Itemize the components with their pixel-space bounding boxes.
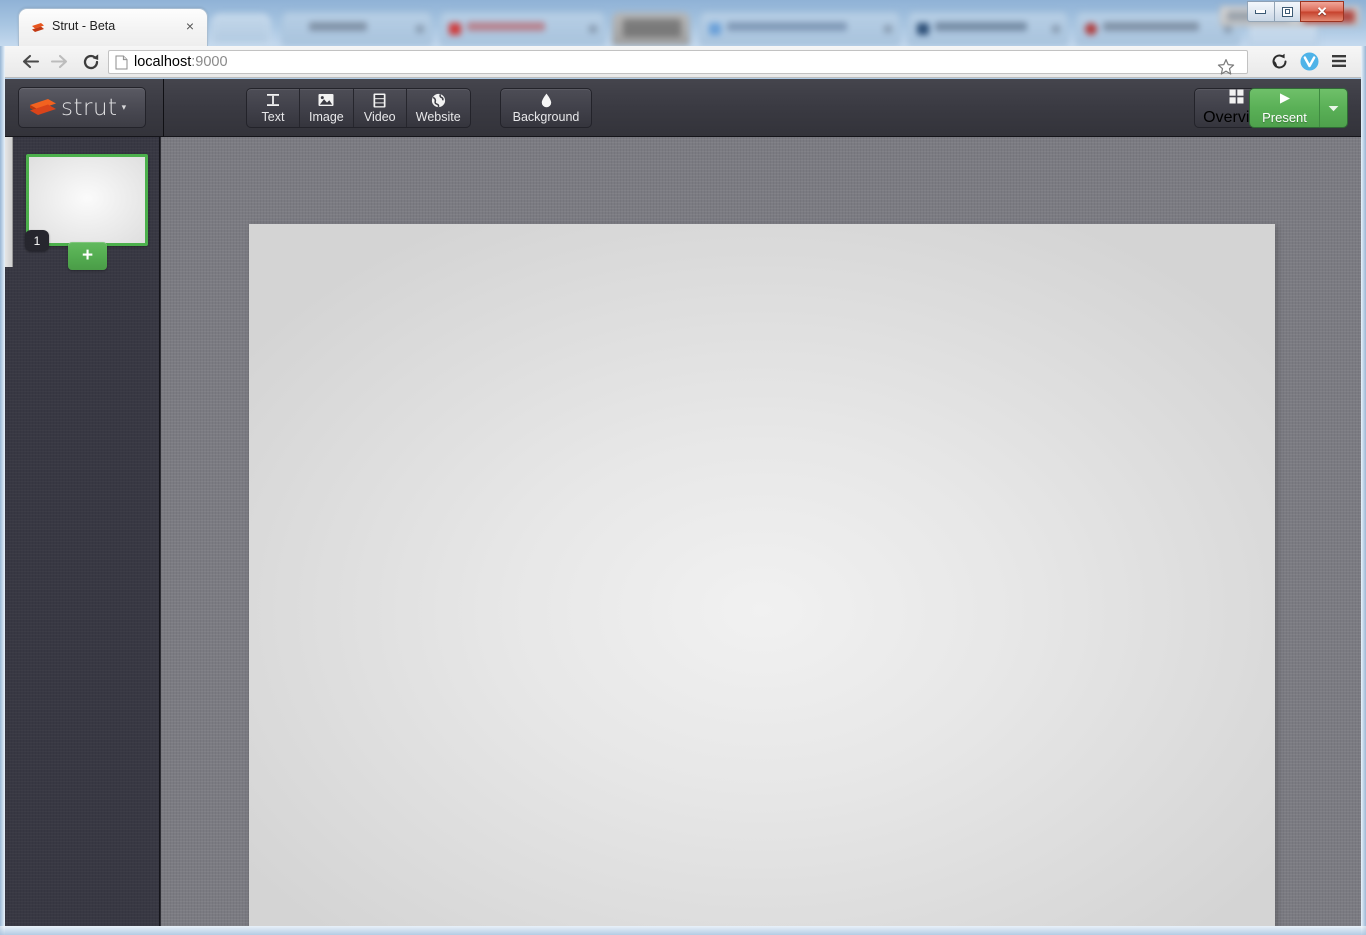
page-document-icon: [115, 55, 128, 70]
background-tab-close-icon[interactable]: [1224, 25, 1232, 33]
present-button-group: Present: [1249, 88, 1348, 128]
omnibox-actions: [1211, 55, 1241, 79]
window-border-left: [0, 46, 5, 935]
restore-icon: [1282, 7, 1293, 17]
extension-v-icon[interactable]: [1294, 49, 1324, 73]
film-icon: [373, 93, 386, 108]
back-button[interactable]: [16, 49, 45, 75]
background-tab[interactable]: [1076, 12, 1240, 46]
background-button[interactable]: Background: [501, 89, 591, 127]
insert-website-label: Website: [416, 110, 461, 124]
arrow-right-icon: [50, 53, 69, 70]
slide-sidebar[interactable]: 1 +: [5, 137, 160, 926]
add-slide-button[interactable]: +: [68, 242, 107, 270]
insert-website-button[interactable]: Website: [407, 89, 470, 127]
background-tab-label: [467, 22, 545, 31]
background-tab-label: [1103, 22, 1199, 31]
grid-2x2-icon: [1229, 89, 1244, 109]
minimize-button[interactable]: [1247, 1, 1275, 22]
forward-button: [45, 49, 74, 75]
browser-toolbar-icons: [1264, 49, 1354, 73]
editor-workspace[interactable]: [161, 137, 1361, 926]
background-tab-label: [935, 22, 1027, 31]
arrow-left-icon: [21, 53, 40, 70]
extension-sync-icon[interactable]: [1264, 49, 1294, 73]
slide-canvas[interactable]: [249, 224, 1275, 926]
background-tab-ghost[interactable]: [212, 14, 270, 44]
background-tabs-group[interactable]: [200, 6, 1366, 46]
strut-logo-text: strut: [61, 95, 118, 121]
insert-image-label: Image: [309, 110, 344, 124]
image-icon: [318, 93, 334, 108]
background-tab-close-icon[interactable]: [589, 25, 597, 33]
insert-image-button[interactable]: Image: [300, 89, 354, 127]
browser-tab-strip: Strut - Beta × ✕: [0, 0, 1366, 46]
background-tab-close-icon[interactable]: [416, 25, 424, 33]
background-tab-favicon: [709, 23, 721, 35]
insert-video-label: Video: [364, 110, 396, 124]
text-icon: [266, 93, 280, 108]
present-label: Present: [1262, 110, 1307, 125]
background-tab-label: [623, 19, 681, 37]
caret-down-icon: [1328, 105, 1339, 112]
background-tab[interactable]: [612, 12, 690, 46]
strut-application: strut ▾ Text: [5, 79, 1361, 926]
active-tab[interactable]: Strut - Beta ×: [18, 8, 208, 46]
window-border-bottom: [0, 926, 1366, 935]
plus-icon: +: [82, 248, 93, 264]
browser-window: Strut - Beta × ✕: [0, 0, 1366, 935]
reload-icon: [81, 52, 101, 72]
background-label: Background: [513, 110, 580, 124]
browser-nav-bar: localhost:9000: [4, 46, 1362, 78]
globe-icon: [431, 93, 446, 108]
insert-text-button[interactable]: Text: [247, 89, 300, 127]
window-border-right: [1361, 46, 1366, 935]
background-tab[interactable]: [282, 12, 432, 46]
background-tab-favicon: [917, 23, 929, 35]
maximize-button[interactable]: [1274, 1, 1302, 22]
strut-logo-icon: [30, 21, 45, 35]
toolbar-divider: [163, 79, 164, 137]
close-button[interactable]: ✕: [1300, 1, 1344, 22]
background-tab-favicon: [449, 23, 461, 35]
insert-button-group: Text Image: [246, 88, 471, 128]
close-icon[interactable]: ×: [183, 20, 197, 34]
url-text: localhost:9000: [134, 54, 228, 70]
chrome-menu-icon[interactable]: [1324, 49, 1354, 73]
background-tab[interactable]: [908, 12, 1068, 46]
insert-video-button[interactable]: Video: [354, 89, 407, 127]
background-tab[interactable]: [700, 12, 900, 46]
app-toolbar: strut ▾ Text: [5, 79, 1361, 137]
background-tab[interactable]: [440, 12, 605, 46]
present-button[interactable]: Present: [1250, 89, 1320, 127]
slide-number-badge: 1: [25, 230, 49, 251]
background-tab-label: [727, 22, 847, 31]
active-tab-title: Strut - Beta: [52, 19, 115, 33]
background-tab-close-icon[interactable]: [1052, 25, 1060, 33]
background-tab-label: [309, 22, 367, 31]
sidebar-scrollbar[interactable]: [5, 137, 13, 267]
play-triangle-icon: [1277, 92, 1293, 110]
strut-slabs-icon: [28, 97, 58, 119]
background-button-group: Background: [500, 88, 592, 128]
droplet-icon: [541, 93, 552, 108]
reload-button[interactable]: [76, 49, 105, 75]
bookmark-star-icon[interactable]: [1211, 55, 1241, 79]
chevron-down-icon: ▾: [122, 102, 127, 113]
background-tab-close-icon[interactable]: [884, 25, 892, 33]
window-caption-buttons: ✕: [1248, 1, 1344, 22]
minimize-icon: [1255, 10, 1266, 14]
strut-logo-menu-button[interactable]: strut ▾: [18, 87, 146, 128]
close-icon: ✕: [1317, 4, 1328, 20]
background-tab-favicon: [1085, 23, 1097, 35]
insert-text-label: Text: [262, 110, 285, 124]
address-bar[interactable]: localhost:9000: [108, 50, 1248, 74]
present-dropdown-button[interactable]: [1320, 89, 1347, 127]
